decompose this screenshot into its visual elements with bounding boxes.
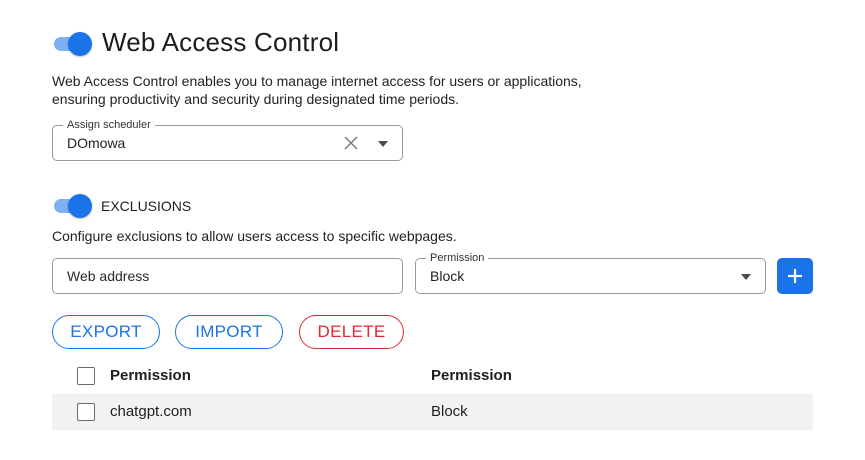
web-address-placeholder: Web address [67,268,150,284]
web-access-control-toggle[interactable] [52,32,92,56]
add-exclusion-button[interactable] [777,258,813,294]
table-row[interactable]: chatgpt.com Block [52,394,813,430]
permission-select-value: Block [430,268,465,284]
web-address-input[interactable]: Web address [52,258,403,294]
export-button[interactable]: EXPORT [52,315,160,349]
column-header-address: Permission [110,367,191,384]
exclusions-description: Configure exclusions to allow users acce… [52,228,457,244]
delete-button[interactable]: DELETE [299,315,404,349]
permission-select[interactable]: Permission Block [415,251,766,294]
row-address: chatgpt.com [110,403,192,420]
table-header: Permission Permission [52,358,813,394]
exclusions-toggle[interactable] [52,194,92,218]
description-line-1: Web Access Control enables you to manage… [52,73,582,89]
assign-scheduler-select[interactable]: Assign scheduler DOmowa [52,118,403,161]
description-line-2: ensuring productivity and security durin… [52,91,460,107]
column-header-permission: Permission [431,367,512,384]
import-button[interactable]: IMPORT [175,315,283,349]
exclusions-label: EXCLUSIONS [101,198,192,214]
toggle-knob [68,194,92,218]
row-checkbox[interactable] [77,403,95,421]
select-all-checkbox[interactable] [77,367,95,385]
plus-icon [788,269,802,283]
toggle-knob [68,32,92,56]
chevron-down-icon[interactable] [378,141,388,147]
close-icon[interactable] [344,136,358,150]
page-description: Web Access Control enables you to manage… [52,72,582,108]
row-permission: Block [431,403,468,420]
chevron-down-icon[interactable] [741,274,751,280]
assign-scheduler-value: DOmowa [67,135,126,151]
page-title: Web Access Control [102,27,340,57]
